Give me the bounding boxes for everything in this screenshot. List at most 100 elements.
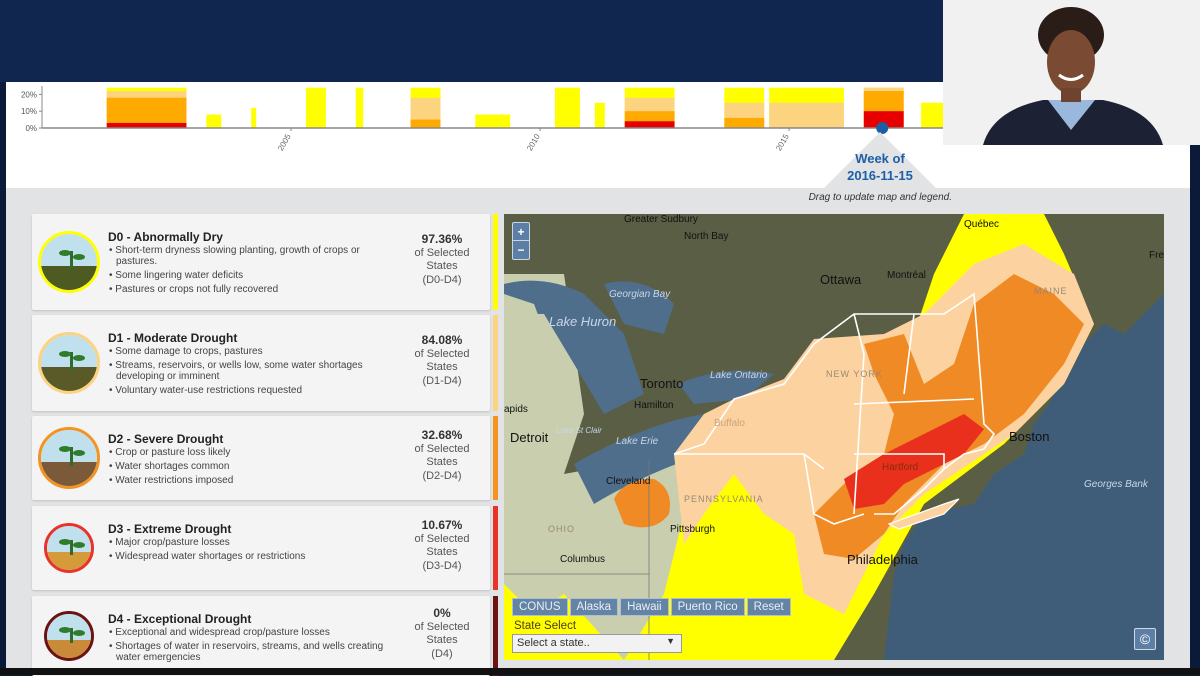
state-select[interactable]: Select a state.. ▼ xyxy=(512,634,682,653)
percent-of: of Selected xyxy=(414,246,470,259)
area-d3-episode-9 xyxy=(624,121,675,128)
percent-states: States xyxy=(426,361,458,373)
water-lake-erie: Lake Erie xyxy=(616,436,659,447)
legend-items: Crop or pasture loss likely Water shortag… xyxy=(108,447,398,489)
place-ottawa: Ottawa xyxy=(820,272,862,287)
legend-color-bar xyxy=(493,315,498,411)
percent-states: States xyxy=(426,634,458,646)
drought-level-icon xyxy=(38,427,100,489)
percent-of: of Selected xyxy=(414,442,470,455)
y-tick-label: 20% xyxy=(21,90,37,99)
percent-of: of Selected xyxy=(414,620,470,633)
legend-item: Water shortages common xyxy=(108,461,398,472)
place-rapids: apids xyxy=(504,404,528,415)
percent-range: (D1-D4) xyxy=(422,374,462,387)
percent-value: 97.36% xyxy=(421,232,463,246)
legend-item: Water restrictions imposed xyxy=(108,475,398,486)
legend-item: Short-term dryness slowing planting, gro… xyxy=(108,245,398,267)
region-button-puerto-rico[interactable]: Puerto Rico xyxy=(670,598,745,616)
area-d0-episode-7 xyxy=(555,87,580,128)
place-sudbury: Greater Sudbury xyxy=(624,214,698,225)
place-columbus: Columbus xyxy=(560,554,606,565)
legend-percent: 97.36% of Selected States (D0-D4) xyxy=(402,232,482,287)
legend-color-bar xyxy=(493,416,498,500)
legend-items: Some damage to crops, pastures Streams, r… xyxy=(108,346,398,399)
chevron-down-icon: ▼ xyxy=(666,636,675,646)
legend-color-bar xyxy=(493,596,498,676)
place-north-bay: North Bay xyxy=(684,231,729,242)
water-lake-st-clair: Lake St Clair xyxy=(556,426,602,435)
drag-hint: Drag to update map and legend. xyxy=(808,192,952,203)
legend-items: Major crop/pasture losses Widespread wate… xyxy=(108,537,398,565)
x-tick-label: 2015 xyxy=(774,132,791,152)
place-quebec: Québec xyxy=(964,219,1000,230)
legend-title: D3 - Extreme Drought xyxy=(108,522,232,536)
legend-item: Some damage to crops, pastures xyxy=(108,346,398,357)
state-select-value: Select a state.. xyxy=(517,637,590,649)
area-d0-episode-1 xyxy=(206,114,222,128)
percent-range: (D0-D4) xyxy=(422,273,462,286)
area-d0-episode-6 xyxy=(475,114,511,128)
area-d2-episode-5 xyxy=(410,119,441,128)
legend-percent: 32.68% of Selected States (D2-D4) xyxy=(402,428,482,483)
state-select-label: State Select xyxy=(514,620,577,632)
region-button-conus[interactable]: CONUS xyxy=(512,598,568,616)
legend-card-d2: D2 - Severe Drought Crop or pasture loss… xyxy=(32,416,498,500)
area-d3-episode-0 xyxy=(106,122,187,128)
percent-of: of Selected xyxy=(414,347,470,360)
legend-item: Exceptional and widespread crop/pasture … xyxy=(108,627,398,638)
region-button-hawaii[interactable]: Hawaii xyxy=(620,598,669,616)
percent-states: States xyxy=(426,546,458,558)
drought-level-icon xyxy=(38,332,100,394)
copyright-button[interactable]: © xyxy=(1134,628,1156,650)
legend-item: Widespread water shortages or restrictio… xyxy=(108,551,398,562)
legend-items: Short-term dryness slowing planting, gro… xyxy=(108,245,398,298)
place-hamilton: Hamilton xyxy=(634,400,674,411)
percent-value: 10.67% xyxy=(421,518,463,532)
legend-item: Crop or pasture loss likely xyxy=(108,447,398,458)
area-d2-episode-10 xyxy=(724,117,765,128)
place-boston: Boston xyxy=(1009,429,1050,444)
drought-level-icon xyxy=(44,523,94,573)
water-lake-huron: Lake Huron xyxy=(549,314,617,329)
area-d1-episode-11 xyxy=(769,102,844,128)
percent-range: (D2-D4) xyxy=(422,469,462,482)
state-label-oh: OHIO xyxy=(548,524,576,534)
legend-item: Voluntary water-use restrictions request… xyxy=(108,385,398,396)
region-button-alaska[interactable]: Alaska xyxy=(569,598,619,616)
week-label: Week of xyxy=(855,151,905,166)
drought-map[interactable]: Greater Sudbury North Bay Québec Ottawa … xyxy=(504,214,1164,660)
water-lake-ontario: Lake Ontario xyxy=(710,370,768,381)
region-buttons: CONUS Alaska Hawaii Puerto Rico Reset xyxy=(512,598,791,616)
presenter-webcam xyxy=(943,0,1200,145)
area-d0-episode-3 xyxy=(305,87,326,128)
drought-level-icon xyxy=(44,611,94,661)
area-d0-episode-8 xyxy=(594,102,605,128)
reset-button[interactable]: Reset xyxy=(746,598,791,616)
legend-item: Streams, reservoirs, or wells low, some … xyxy=(108,360,398,382)
state-label-ny: NEW YORK xyxy=(826,369,883,379)
legend-percent: 84.08% of Selected States (D1-D4) xyxy=(402,333,482,388)
legend-item: Shortages of water in reservoirs, stream… xyxy=(108,641,398,663)
area-d0-episode-2 xyxy=(251,107,257,128)
place-montreal: Montréal xyxy=(887,270,926,281)
zoom-control: + − xyxy=(512,222,530,260)
drought-monitor-page: 0% 10% 20% 2005 2010 2015 Week of 2016-11-15 … xyxy=(6,82,1190,676)
percent-range: (D3-D4) xyxy=(422,559,462,572)
state-label-pa: PENNSYLVANIA xyxy=(684,494,764,504)
percent-range: (D4) xyxy=(431,647,453,660)
selected-week: Week of 2016-11-15 xyxy=(824,130,936,188)
zoom-in-button[interactable]: + xyxy=(513,223,529,241)
legend-item: Major crop/pasture losses xyxy=(108,537,398,548)
zoom-out-button[interactable]: − xyxy=(513,241,529,259)
place-fre: Fre xyxy=(1149,250,1164,261)
x-tick-label: 2005 xyxy=(276,132,293,152)
percent-value: 0% xyxy=(433,606,451,620)
percent-states: States xyxy=(426,260,458,272)
percent-states: States xyxy=(426,456,458,468)
legend-item: Pastures or crops not fully recovered xyxy=(108,284,398,295)
percent-value: 84.08% xyxy=(421,333,463,347)
drought-level-icon xyxy=(38,231,100,293)
legend-card-d1: D1 - Moderate Drought Some damage to cro… xyxy=(32,315,498,411)
area-d0-episode-4 xyxy=(355,87,364,128)
